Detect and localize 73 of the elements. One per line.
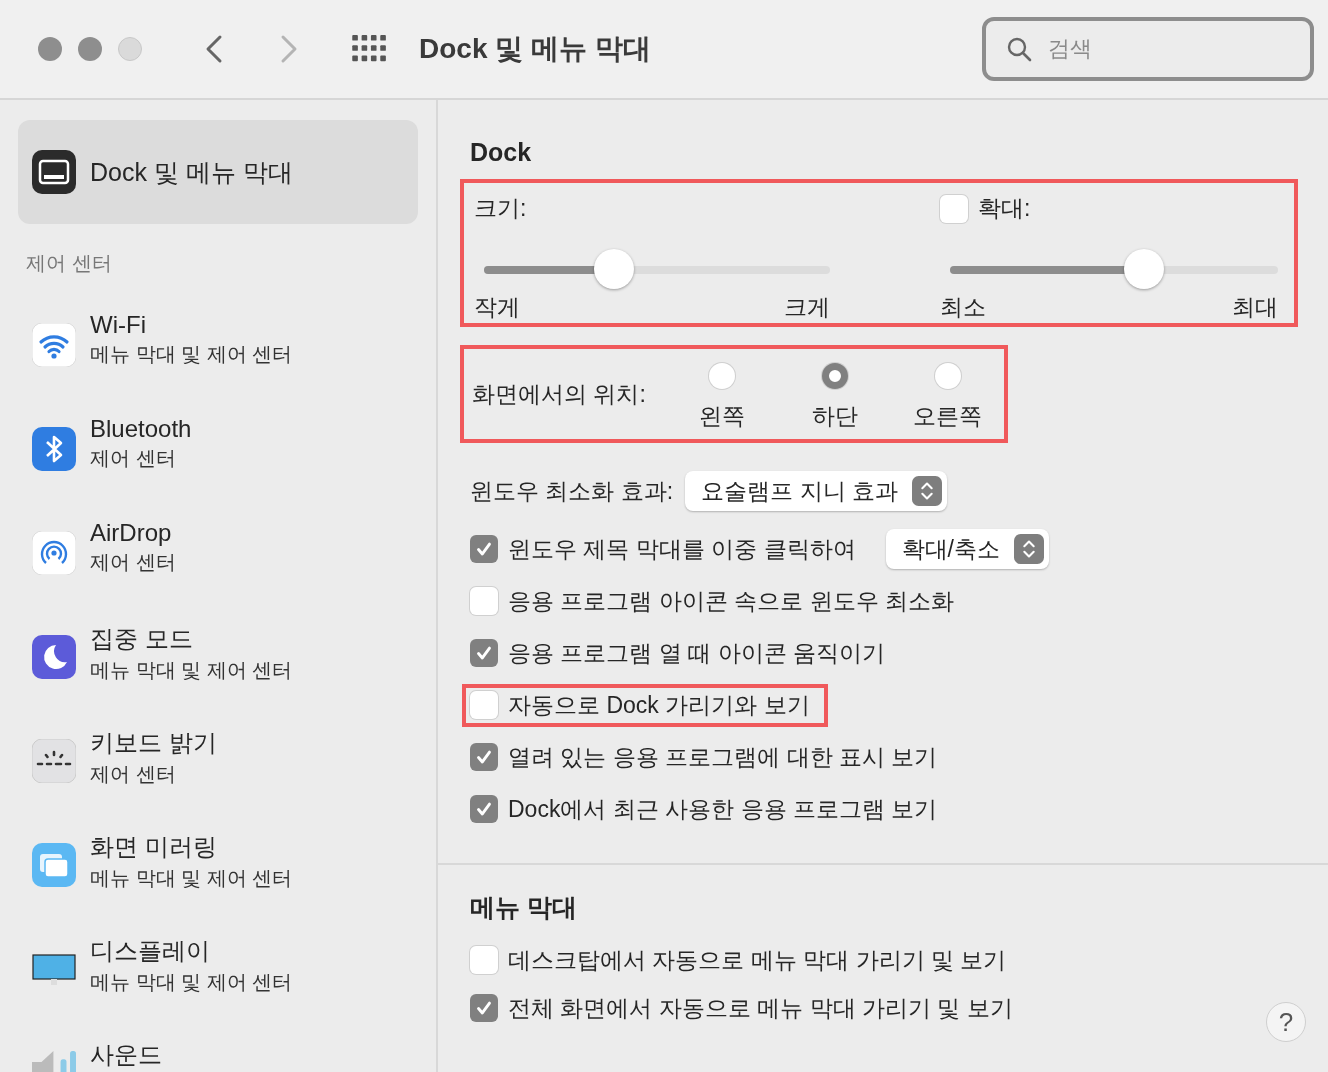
window-title: Dock 및 메뉴 막대 bbox=[419, 32, 651, 66]
search-field[interactable]: 검색 bbox=[982, 17, 1314, 81]
slider-thumb[interactable] bbox=[594, 249, 635, 289]
bluetooth-icon bbox=[32, 427, 76, 471]
sidebar-item-title[interactable]: 사운드 bbox=[90, 1039, 162, 1071]
dock-icon bbox=[32, 150, 76, 194]
checkbox[interactable] bbox=[470, 639, 498, 667]
sidebar-item-subtitle: 메뉴 막대 및 제어 센터 bbox=[90, 342, 293, 367]
forward-icon[interactable] bbox=[279, 34, 299, 64]
sidebar-item-title[interactable]: 키보드 밝기 bbox=[90, 727, 217, 759]
sidebar-item[interactable]: Dock 및 메뉴 막대 bbox=[18, 120, 418, 224]
sidebar-item-subtitle: 제어 센터 bbox=[90, 446, 177, 471]
checkbox-label: 전체 화면에서 자동으로 메뉴 막대 가리기 및 보기 bbox=[508, 993, 1013, 1023]
checkbox[interactable] bbox=[470, 535, 498, 563]
radio-button[interactable] bbox=[934, 362, 961, 389]
radio-button[interactable] bbox=[709, 362, 736, 389]
mirroring-icon bbox=[32, 843, 76, 887]
back-icon[interactable] bbox=[204, 34, 224, 64]
sidebar-item-subtitle: 제어 센터 bbox=[90, 762, 177, 787]
sidebar-item-title[interactable]: Bluetooth bbox=[90, 415, 192, 443]
sidebar-item-title[interactable]: 디스플레이 bbox=[90, 935, 293, 967]
checkbox-label: Dock에서 최근 사용한 응용 프로그램 보기 bbox=[508, 794, 938, 824]
keyboard-brightness-icon bbox=[32, 739, 76, 783]
help-button[interactable]: ? bbox=[1266, 1002, 1306, 1042]
radio-label: 하단 bbox=[811, 401, 858, 431]
checkbox-label: 열려 있는 응용 프로그램에 대한 표시 보기 bbox=[508, 742, 938, 772]
radio-label: 왼쪽 bbox=[699, 401, 746, 431]
size-label: 크기: bbox=[474, 194, 528, 223]
popup-button[interactable]: 요술램프 지니 효과 bbox=[685, 471, 947, 511]
moon-icon bbox=[32, 635, 76, 679]
position-label: 화면에서의 위치: bbox=[472, 379, 646, 409]
slider-thumb[interactable] bbox=[1123, 249, 1164, 289]
close-button[interactable] bbox=[38, 37, 62, 61]
airdrop-icon bbox=[32, 531, 76, 575]
checkbox-label: 응용 프로그램 아이콘 속으로 윈도우 최소화 bbox=[508, 586, 954, 616]
section-heading: 메뉴 막대 bbox=[470, 892, 578, 923]
search-icon bbox=[1006, 36, 1032, 62]
sidebar-item-title[interactable]: AirDrop bbox=[90, 519, 176, 547]
checkbox[interactable] bbox=[470, 994, 498, 1022]
sidebar-item-subtitle: 메뉴 막대 및 제어 센터 bbox=[90, 658, 293, 683]
section-heading: Dock bbox=[470, 138, 533, 167]
zoom-button[interactable] bbox=[118, 37, 142, 61]
section-heading: 제어 센터 bbox=[26, 251, 113, 276]
checkbox[interactable] bbox=[470, 691, 498, 719]
sidebar-item-title[interactable]: 집중 모드 bbox=[90, 623, 293, 655]
checkbox-label: 응용 프로그램 열 때 아이콘 움직이기 bbox=[508, 638, 885, 668]
sidebar-item-subtitle: 메뉴 막대 및 제어 센터 bbox=[90, 866, 293, 891]
radio-button[interactable] bbox=[821, 362, 848, 389]
checkbox-label: 윈도우 제목 막대를 이중 클릭하여 bbox=[508, 534, 856, 564]
sidebar-item-subtitle: 메뉴 막대 및 제어 센터 bbox=[90, 970, 293, 995]
wifi-icon bbox=[32, 323, 76, 367]
checkbox[interactable] bbox=[470, 743, 498, 771]
checkbox-label: 데스크탑에서 자동으로 메뉴 막대 가리기 및 보기 bbox=[508, 945, 1007, 975]
stepper-icon bbox=[911, 476, 942, 506]
minimize-effect-label: 윈도우 최소화 효과: bbox=[470, 476, 674, 506]
slider-max-label: 최대 bbox=[1232, 293, 1278, 322]
minimize-button[interactable] bbox=[78, 37, 102, 61]
stepper-icon bbox=[1013, 534, 1044, 564]
popup-button[interactable]: 확대/축소 bbox=[885, 529, 1049, 569]
radio-label: 오른쪽 bbox=[913, 401, 983, 431]
slider-max-label: 크게 bbox=[784, 293, 830, 322]
sidebar-item-title[interactable]: 화면 미러링 bbox=[90, 831, 293, 863]
magnification-label: 확대: bbox=[978, 194, 1031, 223]
checkbox[interactable] bbox=[940, 194, 968, 223]
sidebar-item-subtitle: 제어 센터 bbox=[90, 550, 176, 575]
checkbox[interactable] bbox=[470, 795, 498, 823]
grid-icon[interactable] bbox=[351, 35, 389, 63]
checkbox[interactable] bbox=[470, 587, 498, 615]
sidebar-item-title[interactable]: Wi-Fi bbox=[90, 311, 293, 339]
checkbox[interactable] bbox=[470, 946, 498, 974]
slider-min-label: 최소 bbox=[940, 293, 986, 322]
slider-min-label: 작게 bbox=[474, 293, 520, 322]
checkbox-label: 자동으로 Dock 가리기와 보기 bbox=[508, 690, 810, 720]
